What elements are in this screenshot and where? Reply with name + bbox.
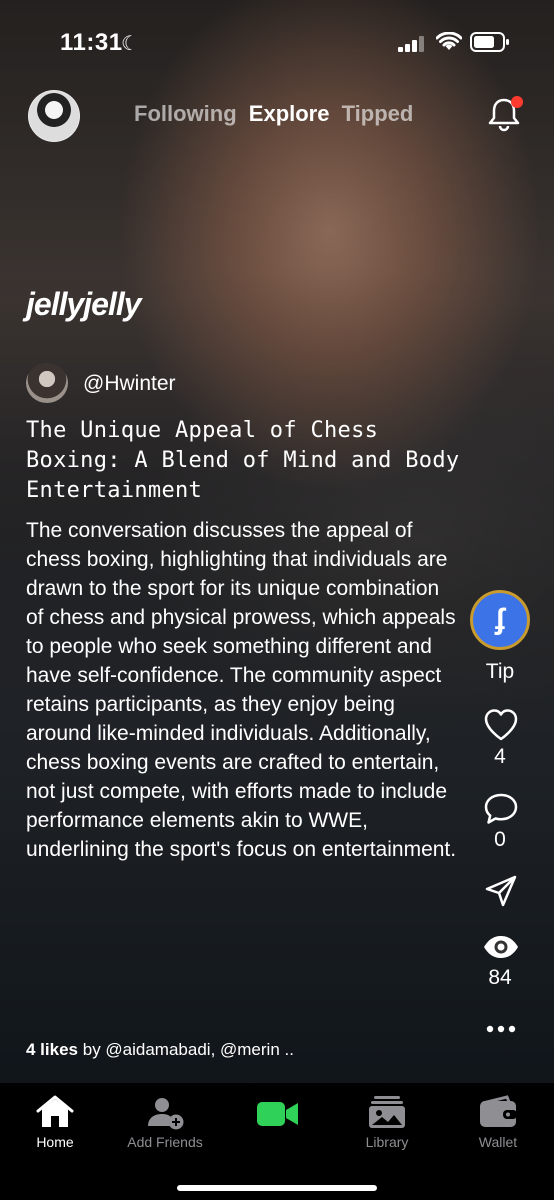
author-handle[interactable]: @Hwinter: [83, 372, 176, 396]
tip-coin-icon: ʄ: [495, 603, 505, 636]
views-eye-icon: [484, 936, 518, 958]
notification-badge: [511, 96, 523, 108]
signal-icon: [398, 36, 424, 52]
comment-icon[interactable]: [483, 792, 519, 826]
comments-counter: 0: [494, 828, 506, 851]
add-friend-icon: [148, 1098, 184, 1130]
tab-add-friends-label: Add Friends: [127, 1134, 203, 1150]
share-icon[interactable]: [483, 874, 519, 908]
heart-icon[interactable]: [483, 708, 519, 742]
battery-icon: [470, 32, 509, 52]
likes-by: by @aidamabadi, @merin ..: [82, 1040, 294, 1059]
tab-wallet-label: Wallet: [478, 1134, 518, 1150]
views-counter: 84: [488, 966, 512, 989]
home-indicator: [177, 1185, 377, 1191]
likes-count: 4 likes: [26, 1040, 78, 1059]
status-bar: 11:31 ☾: [0, 0, 554, 86]
tip-button[interactable]: ʄ: [470, 590, 530, 650]
likes-counter: 4: [494, 745, 506, 768]
tip-label: Tip: [485, 660, 515, 683]
likes-summary[interactable]: 4 likes by @aidamabadi, @merin ..: [26, 1040, 294, 1060]
status-time: 11:31: [60, 29, 123, 56]
tab-library-label: Library: [365, 1134, 409, 1150]
profile-avatar[interactable]: [28, 90, 80, 142]
tab-following[interactable]: Following: [134, 101, 237, 127]
tab-explore[interactable]: Explore: [249, 101, 330, 127]
author-avatar[interactable]: [26, 363, 68, 403]
wifi-icon: [436, 32, 462, 50]
brand-logo: jellyjelly: [26, 286, 142, 322]
tab-tipped[interactable]: Tipped: [342, 101, 414, 127]
video-camera-icon: [257, 1102, 298, 1126]
post-description: The conversation discusses the appeal of…: [26, 519, 457, 861]
bottom-tab-bar: Home Add Friends Library Wallet: [0, 1083, 554, 1200]
home-icon: [36, 1095, 74, 1127]
tab-home-label: Home: [36, 1134, 74, 1150]
library-icon: [369, 1096, 405, 1128]
feed-tabs: Following Explore Tipped: [131, 101, 416, 127]
more-options-icon[interactable]: [485, 1023, 517, 1035]
do-not-disturb-icon: ☾: [121, 33, 139, 55]
post-title: The Unique Appeal of Chess Boxing: A Ble…: [26, 418, 460, 503]
wallet-icon: [480, 1095, 517, 1127]
